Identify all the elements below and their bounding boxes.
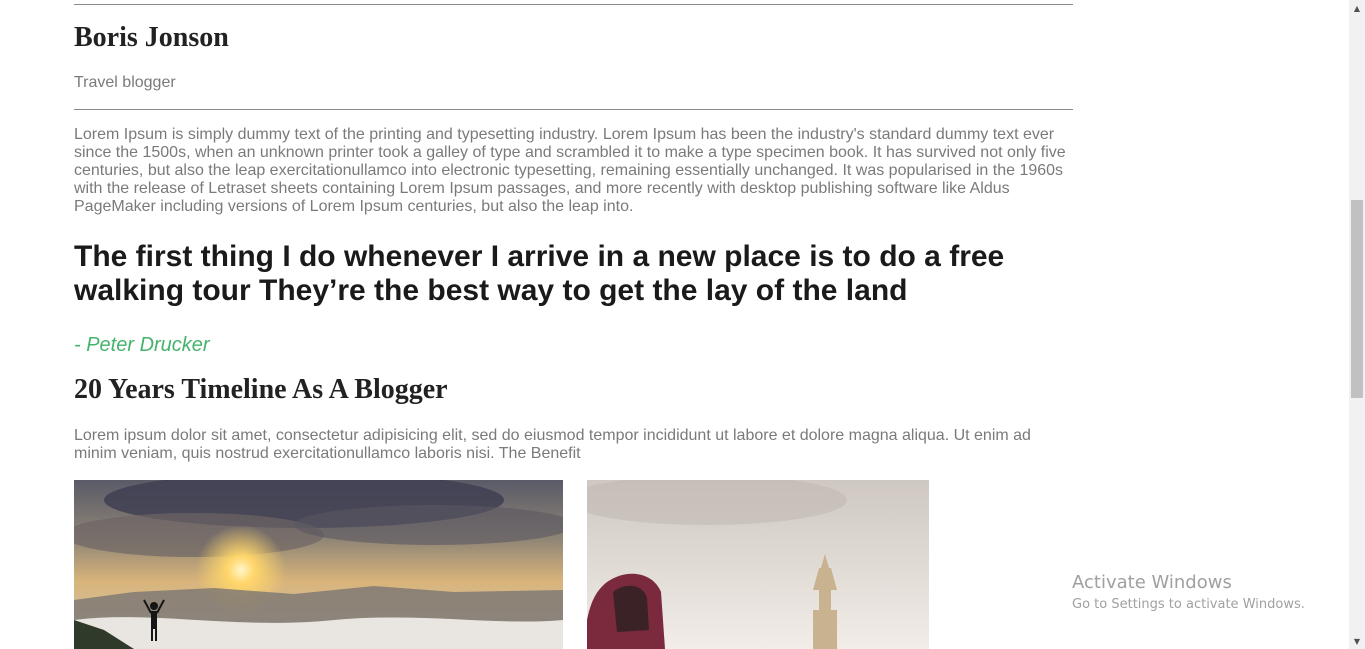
- scroll-up-arrow-icon[interactable]: ▲: [1349, 0, 1365, 16]
- quote-text: The first thing I do whenever I arrive i…: [74, 240, 1005, 307]
- quote-author: - Peter Drucker: [74, 334, 210, 356]
- scroll-down-arrow-icon[interactable]: ▼: [1349, 633, 1365, 649]
- traveler-city-photo: [587, 480, 929, 649]
- blog-post-page: Boris Jonson Travel blogger Lorem Ipsum …: [0, 0, 1349, 649]
- watermark-title: Activate Windows: [1072, 572, 1232, 593]
- activate-windows-watermark: Activate Windows Go to Settings to activ…: [1072, 572, 1305, 612]
- sunset-mountain-photo: [74, 480, 563, 649]
- author-name: Boris Jonson: [74, 22, 229, 53]
- author-role: Travel blogger: [74, 74, 176, 91]
- vertical-scrollbar[interactable]: ▲ ▼: [1349, 0, 1365, 649]
- author-divider: [74, 109, 1073, 110]
- author-bio: Lorem Ipsum is simply dummy text of the …: [74, 126, 1066, 215]
- watermark-subtitle: Go to Settings to activate Windows.: [1072, 597, 1305, 612]
- timeline-title: 20 Years Timeline As A Blogger: [74, 374, 448, 405]
- scroll-thumb[interactable]: [1351, 200, 1363, 398]
- timeline-text: Lorem ipsum dolor sit amet, consectetur …: [74, 427, 1031, 462]
- top-divider: [74, 4, 1073, 5]
